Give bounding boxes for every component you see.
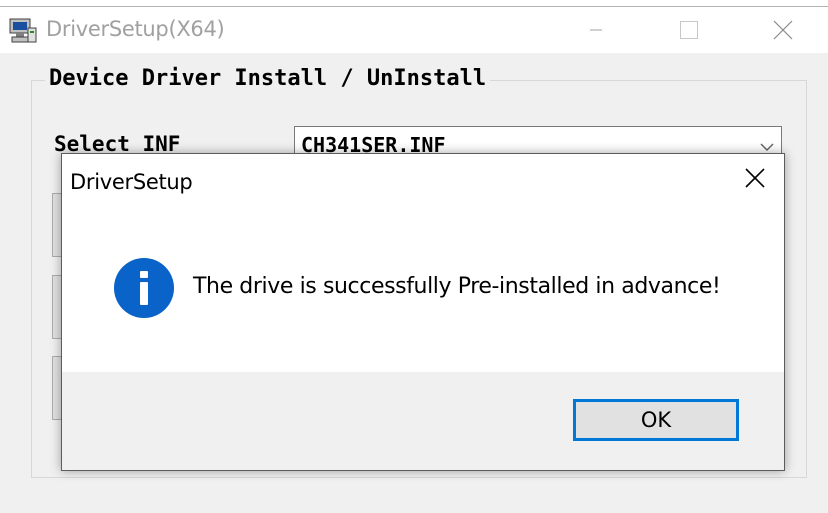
ok-button[interactable]: OK	[573, 399, 739, 441]
close-icon	[773, 20, 793, 40]
dialog-close-button[interactable]	[726, 154, 784, 202]
maximize-icon	[680, 21, 698, 39]
main-close-button[interactable]	[760, 7, 806, 53]
main-titlebar: DriverSetup(X64)	[0, 7, 828, 53]
dialog-title: DriverSetup	[70, 170, 193, 194]
message-dialog: DriverSetup The drive is successfully Pr…	[61, 153, 785, 471]
group-title: Device Driver Install / UnInstall	[45, 66, 491, 91]
minimize-button[interactable]	[573, 7, 619, 53]
main-window-title: DriverSetup(X64)	[46, 17, 225, 41]
app-icon	[8, 16, 38, 46]
dialog-message: The drive is successfully Pre-installed …	[193, 274, 721, 299]
minimize-icon	[590, 29, 602, 31]
maximize-button[interactable]	[666, 7, 712, 53]
dialog-footer: OK	[62, 372, 784, 470]
close-icon	[745, 168, 765, 188]
information-icon	[114, 258, 174, 318]
